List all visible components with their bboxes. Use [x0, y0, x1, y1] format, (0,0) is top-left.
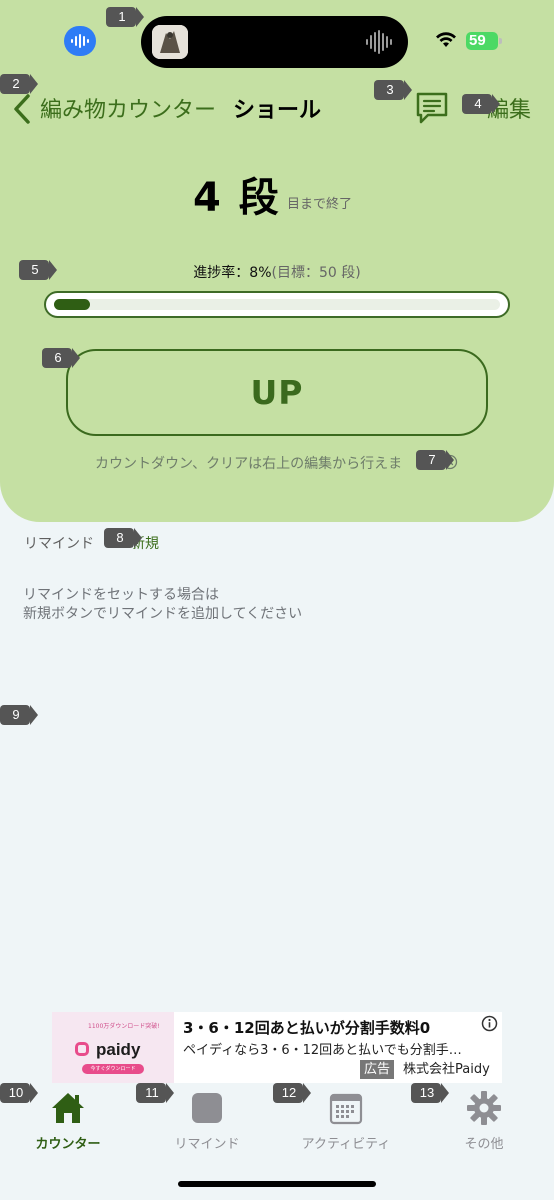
- annotation-marker: 9: [0, 705, 38, 725]
- info-icon[interactable]: [481, 1015, 498, 1032]
- annotation-marker: 3: [374, 80, 412, 100]
- annotation-marker: 4: [462, 94, 500, 114]
- battery-level: 59: [466, 32, 498, 50]
- annotation-marker: 10: [0, 1083, 38, 1103]
- waveform-icon: [71, 34, 89, 48]
- counter-panel: [0, 0, 554, 522]
- tab-label: アクティビティ: [301, 1137, 391, 1152]
- progress-label: 進捗率：8%(目標：50 段): [0, 262, 554, 282]
- back-button[interactable]: 編み物カウンター: [40, 92, 216, 124]
- ad-badge: 広告: [360, 1060, 395, 1079]
- calendar-icon: [329, 1093, 363, 1125]
- paidy-logo-icon: [75, 1042, 89, 1056]
- ad-title[interactable]: 3・6・12回あと払いが分割手数料0: [183, 1017, 430, 1038]
- remind-empty-message: リマインドをセットする場合は 新規ボタンでリマインドを追加してください: [23, 586, 302, 624]
- chevron-left-icon[interactable]: [10, 92, 36, 126]
- ad-image-logo: paidy: [96, 1040, 141, 1059]
- ad-banner[interactable]: 1100万ダウンロード突破! paidy 今すぐダウンロード 3・6・12回あと…: [52, 1012, 502, 1083]
- ad-image[interactable]: 1100万ダウンロード突破! paidy 今すぐダウンロード: [52, 1012, 174, 1083]
- annotation-marker: 2: [0, 74, 38, 94]
- page-title: ショール: [233, 98, 322, 123]
- annotation-marker: 5: [19, 260, 57, 280]
- row-count-suffix: 目まで終了: [287, 197, 353, 212]
- square-icon: [192, 1093, 222, 1123]
- ad-advertiser: 株式会社Paidy: [403, 1062, 490, 1077]
- annotation-marker: 8: [104, 528, 142, 548]
- tab-label: リマインド: [174, 1137, 240, 1152]
- home-indicator[interactable]: [178, 1181, 376, 1187]
- ad-image-caption: 1100万ダウンロード突破!: [88, 1023, 160, 1030]
- remind-empty-line: リマインドをセットする場合は: [23, 587, 219, 603]
- tab-label: カウンター: [35, 1137, 101, 1152]
- voice-memo-indicator: [64, 26, 96, 56]
- row-count: 4 段: [193, 175, 281, 221]
- progress-bar: [44, 291, 510, 318]
- annotation-marker: 13: [411, 1083, 449, 1103]
- remind-section-label: リマインド: [24, 536, 94, 552]
- annotation-marker: 11: [136, 1083, 174, 1103]
- tab-label: その他: [464, 1137, 504, 1152]
- now-playing-thumbnail: [152, 25, 188, 59]
- wifi-icon: [436, 32, 456, 47]
- comment-icon[interactable]: [414, 90, 450, 126]
- gear-icon: [467, 1091, 501, 1125]
- annotation-marker: 1: [106, 7, 144, 27]
- remind-empty-line: 新規ボタンでリマインドを追加してください: [23, 606, 303, 622]
- ad-description[interactable]: ペイディなら3・6・12回あと払いでも分割手…: [183, 1039, 483, 1058]
- home-icon: [52, 1093, 84, 1123]
- progress-bar-fill: [54, 299, 90, 310]
- battery-indicator: 59: [466, 32, 502, 50]
- ad-image-button: 今すぐダウンロード: [82, 1064, 144, 1074]
- annotation-marker: 12: [273, 1083, 311, 1103]
- annotation-marker: 6: [42, 348, 80, 368]
- up-button[interactable]: UP: [66, 349, 488, 436]
- progress-percent-text: 進捗率：8%: [193, 265, 272, 281]
- annotation-marker: 7: [416, 450, 454, 470]
- hint-text: カウントダウン、クリアは右上の編集から行えま: [95, 456, 403, 472]
- dynamic-island[interactable]: [141, 16, 408, 68]
- audio-wave-icon: [366, 30, 392, 54]
- goal-text: (目標：50 段): [271, 265, 361, 281]
